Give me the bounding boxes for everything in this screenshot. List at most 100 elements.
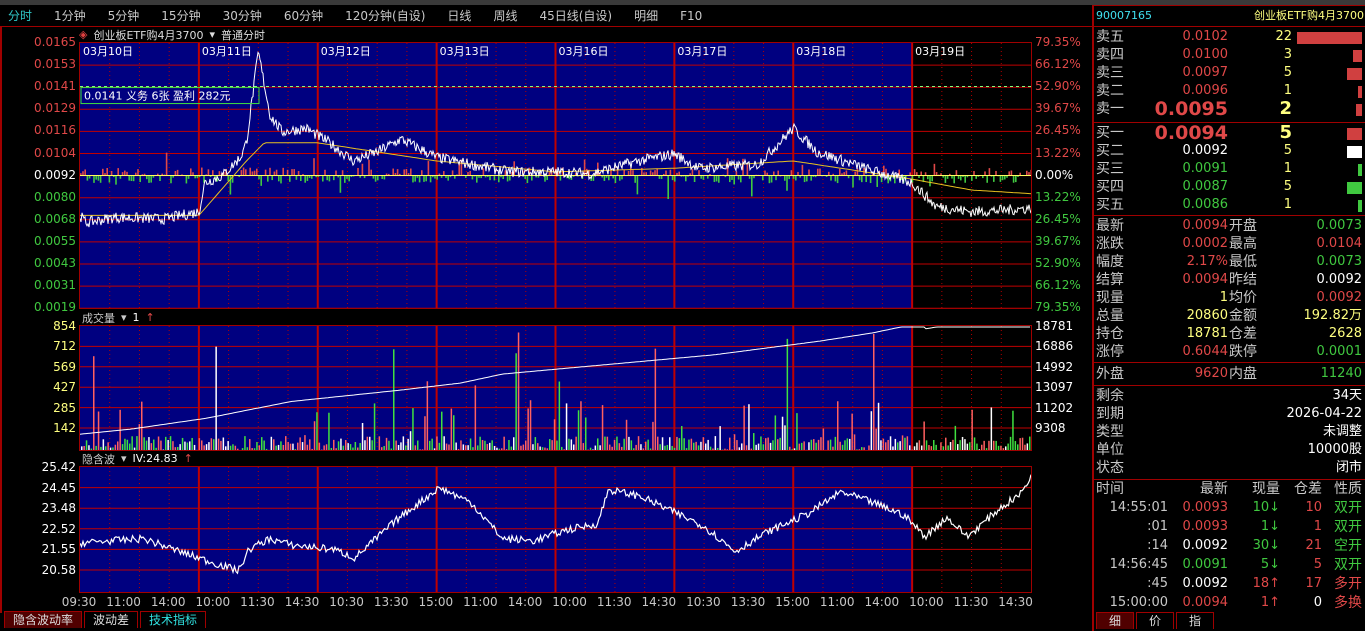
menu-item-2[interactable]: 5分钟: [108, 7, 140, 24]
dropdown-icon[interactable]: ▾: [121, 311, 127, 324]
volume-bar: [361, 422, 364, 450]
sell-pressure-bar: [960, 175, 962, 181]
divider: [1094, 5, 1365, 6]
sell-pressure-bar: [762, 175, 764, 181]
sell-pressure-bar: [834, 175, 837, 182]
tab-volatility-spread[interactable]: 波动差: [84, 611, 139, 628]
bid-label: 买四: [1096, 179, 1124, 195]
buy-pressure-bar: [1008, 171, 1010, 176]
menu-item-4[interactable]: 30分钟: [223, 7, 262, 24]
percent-axis-label: 26.45%: [1035, 123, 1081, 138]
menu-item-10[interactable]: 明细: [634, 7, 658, 24]
tab-technical-indicators[interactable]: 技术指标: [140, 611, 207, 628]
menu-item-1[interactable]: 1分钟: [54, 7, 86, 24]
quote-tab[interactable]: 价: [1136, 612, 1174, 629]
volume-bar: [875, 428, 877, 450]
volume-bar: [577, 410, 580, 450]
tick-nature: 空开: [1334, 538, 1362, 554]
volume-bar: [695, 441, 697, 450]
volume-bar: [796, 413, 798, 450]
volume-bar: [760, 436, 762, 450]
menu-item-7[interactable]: 日线: [447, 7, 471, 24]
menu-item-11[interactable]: F10: [680, 9, 702, 23]
menu-item-8[interactable]: 周线: [493, 7, 517, 24]
sell-pressure-bar: [267, 175, 269, 182]
volume-bar: [1009, 436, 1012, 450]
iv-chart[interactable]: [79, 466, 1032, 593]
menu-item-6[interactable]: 120分钟(自设): [345, 7, 425, 24]
volume-bar: [347, 443, 349, 450]
sell-pressure-bar: [381, 175, 383, 179]
percent-axis-label: 79.35%: [1035, 35, 1081, 49]
volume-bar: [462, 444, 465, 450]
tab-implied-volatility[interactable]: 隐含波动率: [4, 611, 83, 628]
sell-pressure-bar: [93, 175, 95, 183]
volume-bar: [729, 437, 731, 450]
ask-level: 卖四 0.0100 3: [1096, 46, 1364, 64]
volume-bar: [131, 436, 133, 450]
tick-nature: 多换: [1334, 595, 1362, 611]
info-row: 剩余 34天: [1096, 387, 1364, 405]
volume-bar: [899, 441, 901, 450]
volume-bar: [661, 437, 664, 450]
stat-row: 涨跌 0.0002 最高 0.0104: [1096, 235, 1364, 253]
time-axis-label: 14:30: [641, 595, 677, 609]
sell-pressure-bar: [715, 175, 718, 182]
iv-axis-label: 23.48: [41, 501, 76, 516]
volume-bar: [316, 412, 318, 450]
outer-label: 外盘: [1096, 366, 1124, 382]
volume-bar: [225, 446, 227, 450]
volume-bar: [323, 445, 325, 450]
volume-bar: [817, 439, 820, 450]
volume-bar: [409, 431, 412, 450]
volume-bar: [570, 439, 573, 450]
volume-bar: [172, 441, 174, 450]
info-label: 剩余: [1096, 388, 1124, 404]
stat-value: 0.6044: [1182, 344, 1229, 359]
volume-bar: [635, 444, 637, 450]
volume-bar: [676, 436, 678, 450]
price-chart[interactable]: 03月10日 03月11日 03月12日 03月13日 03月16日 03月17日 03月1…: [79, 42, 1032, 309]
buy-pressure-bar: [773, 171, 775, 176]
buy-pressure-bar: [110, 171, 113, 176]
time-axis-label: 10:00: [195, 595, 231, 609]
price-axis-label: 0.0080: [34, 189, 76, 204]
volume-chart[interactable]: [79, 325, 1032, 451]
buy-pressure-bar: [645, 172, 647, 176]
iv-header[interactable]: 隐含波 ▾ IV:24.83 ↑: [79, 451, 1032, 466]
volume-bar: [736, 440, 738, 450]
chart-title[interactable]: ◈ 创业板ETF购4月3700 ▾ 普通分时: [79, 27, 265, 42]
tick-row: 14:55:01 0.0093 10↓ 10 双开: [1096, 499, 1364, 517]
menu-item-5[interactable]: 60分钟: [284, 7, 323, 24]
tick-oi-change: 1: [1313, 519, 1322, 534]
sell-pressure-bar: [300, 175, 302, 181]
volume-bar: [827, 440, 829, 450]
time-axis-label: 13:30: [373, 595, 409, 609]
quote-tab[interactable]: 细: [1096, 612, 1134, 629]
menu-item-9[interactable]: 45日线(自设): [539, 7, 612, 24]
volume-bar: [995, 440, 997, 450]
tick-time: :45: [1147, 576, 1168, 591]
dropdown-icon[interactable]: ▾: [209, 28, 215, 41]
sell-pressure-bar: [377, 175, 379, 181]
buy-pressure-bar: [885, 168, 887, 176]
volume-bar: [414, 445, 417, 450]
buy-pressure-bar: [548, 171, 551, 176]
volume-header[interactable]: 成交量 ▾ 1 ↑: [79, 310, 1032, 325]
buy-pressure-bar: [839, 168, 841, 176]
sell-pressure-bar: [423, 175, 425, 182]
sell-pressure-bar: [636, 175, 639, 195]
volume-bar: [373, 403, 376, 450]
volume-bar: [573, 444, 575, 450]
tick-oi-change: 21: [1305, 538, 1322, 553]
quote-tab[interactable]: 指: [1176, 612, 1214, 629]
price-axis-label: 0.0031: [34, 278, 76, 293]
menu-item-3[interactable]: 15分钟: [161, 7, 200, 24]
sell-pressure-bar: [506, 175, 509, 182]
sell-pressure-bar: [344, 175, 346, 183]
info-row: 状态 闭市: [1096, 459, 1364, 477]
menu-item-0[interactable]: 分时: [8, 7, 32, 24]
sell-pressure-bar: [130, 175, 133, 182]
dropdown-icon[interactable]: ▾: [121, 452, 127, 465]
info-row: 到期 2026-04-22: [1096, 405, 1364, 423]
